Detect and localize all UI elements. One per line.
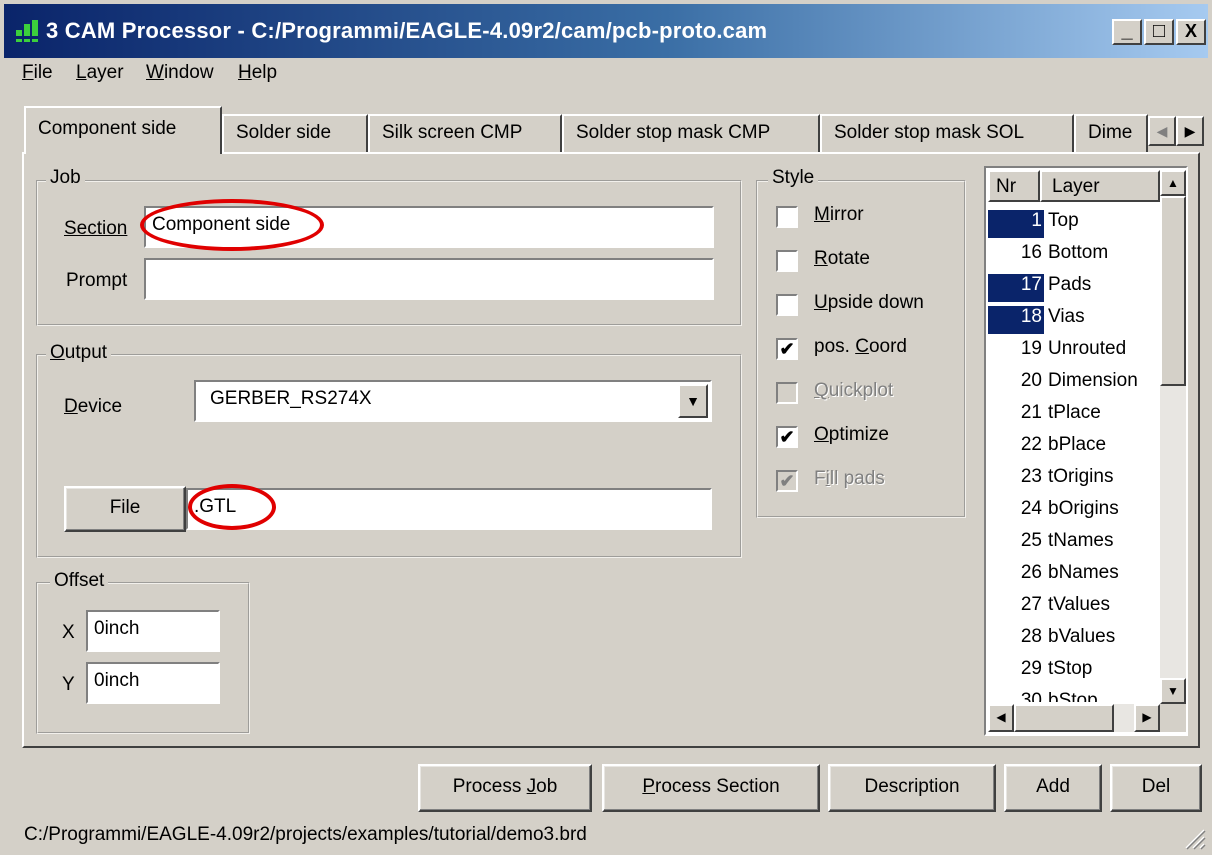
process-section-button[interactable]: Process Section bbox=[602, 764, 820, 812]
section-highlight-ellipse bbox=[140, 199, 324, 251]
list-item[interactable]: 17 Pads bbox=[988, 270, 1160, 302]
upside-down-label: Upside down bbox=[814, 292, 924, 313]
tab-component-side[interactable]: Component side bbox=[24, 106, 222, 154]
add-button[interactable]: Add bbox=[1004, 764, 1102, 812]
list-item[interactable]: 25 tNames bbox=[988, 526, 1160, 558]
layer-list-hscroll-thumb[interactable] bbox=[1014, 704, 1114, 732]
optimize-checkbox[interactable]: ✔ bbox=[776, 426, 798, 448]
file-highlight-ellipse bbox=[188, 484, 276, 530]
del-button[interactable]: Del bbox=[1110, 764, 1202, 812]
tab-solder-stop-mask-cmp[interactable]: Solder stop mask CMP bbox=[562, 114, 820, 152]
pos-coord-checkbox[interactable]: ✔ bbox=[776, 338, 798, 360]
mirror-label: Mirror bbox=[814, 204, 864, 225]
scroll-left-icon[interactable]: ◀ bbox=[988, 704, 1014, 732]
layer-list-scroll-thumb[interactable] bbox=[1160, 196, 1186, 386]
menu-layer[interactable]: Layer bbox=[76, 62, 124, 84]
resize-grip-icon[interactable] bbox=[1182, 826, 1206, 850]
mirror-checkbox[interactable] bbox=[776, 206, 798, 228]
quickplot-label: Quickplot bbox=[814, 380, 894, 401]
list-item[interactable]: 22 bPlace bbox=[988, 430, 1160, 462]
fill-pads-checkbox[interactable]: ✔ bbox=[776, 470, 798, 492]
scroll-up-icon[interactable]: ▲ bbox=[1160, 170, 1186, 196]
file-button[interactable]: File bbox=[64, 486, 186, 532]
tab-scroll-right-icon[interactable]: ▶ bbox=[1176, 116, 1204, 146]
layer-column-nr-header[interactable]: Nr bbox=[988, 170, 1040, 202]
title-bar[interactable]: 3 CAM Processor - C:/Programmi/EAGLE-4.0… bbox=[4, 4, 1208, 58]
list-item[interactable]: 27 tValues bbox=[988, 590, 1160, 622]
tab-solder-stop-mask-sol[interactable]: Solder stop mask SOL bbox=[820, 114, 1074, 152]
list-item[interactable]: 1 Top bbox=[988, 206, 1160, 238]
minimize-button[interactable]: _ bbox=[1112, 19, 1142, 45]
layer-column-layer-header[interactable]: Layer bbox=[1040, 170, 1160, 202]
section-label: Section bbox=[64, 218, 128, 239]
style-group-title: Style bbox=[768, 167, 819, 189]
window-title: 3 CAM Processor - C:/Programmi/EAGLE-4.0… bbox=[46, 18, 768, 43]
rotate-label: Rotate bbox=[814, 248, 870, 269]
device-select[interactable]: GERBER_RS274X bbox=[194, 380, 712, 422]
list-item[interactable]: 28 bValues bbox=[988, 622, 1160, 654]
list-item[interactable]: 29 tStop bbox=[988, 654, 1160, 686]
offset-x-input[interactable]: 0inch bbox=[86, 610, 220, 652]
optimize-label: Optimize bbox=[814, 424, 889, 445]
list-item[interactable]: 20 Dimension bbox=[988, 366, 1160, 398]
close-button[interactable]: X bbox=[1176, 19, 1206, 45]
process-job-button[interactable]: Process Job bbox=[418, 764, 592, 812]
menu-file[interactable]: File bbox=[22, 62, 53, 84]
list-item[interactable]: 18 Vias bbox=[988, 302, 1160, 334]
output-group-title: Output bbox=[46, 342, 112, 364]
scroll-corner bbox=[1160, 704, 1186, 732]
tab-silk-screen-cmp[interactable]: Silk screen CMP bbox=[368, 114, 562, 152]
tab-solder-side[interactable]: Solder side bbox=[222, 114, 368, 152]
description-button[interactable]: Description bbox=[828, 764, 996, 812]
tab-scroll-left-icon[interactable]: ◀ bbox=[1148, 116, 1176, 146]
device-dropdown-chevron-down-icon[interactable]: ▼ bbox=[678, 384, 708, 418]
fill-pads-label: Fill pads bbox=[814, 468, 885, 489]
offset-x-label: X bbox=[62, 622, 75, 643]
scroll-down-icon[interactable]: ▼ bbox=[1160, 678, 1186, 704]
status-bar-path: C:/Programmi/EAGLE-4.09r2/projects/examp… bbox=[24, 824, 587, 845]
list-item[interactable]: 30 bStop bbox=[988, 686, 1160, 702]
quickplot-checkbox[interactable] bbox=[776, 382, 798, 404]
menu-window[interactable]: Window bbox=[146, 62, 214, 84]
upside-down-checkbox[interactable] bbox=[776, 294, 798, 316]
offset-group-title: Offset bbox=[50, 570, 109, 592]
list-item[interactable]: 24 bOrigins bbox=[988, 494, 1160, 526]
list-item[interactable]: 26 bNames bbox=[988, 558, 1160, 590]
list-item[interactable]: 23 tOrigins bbox=[988, 462, 1160, 494]
offset-group bbox=[36, 582, 250, 734]
layer-list[interactable]: Nr Layer 1 Top 16 Bottom 17 Pads 18 Vias 19 U… bbox=[984, 166, 1188, 736]
pos-coord-label: pos. Coord bbox=[814, 336, 907, 357]
list-item[interactable]: 19 Unrouted bbox=[988, 334, 1160, 366]
maximize-button[interactable]: □ bbox=[1144, 19, 1174, 45]
prompt-label: Prompt bbox=[66, 270, 128, 291]
job-group bbox=[36, 180, 742, 326]
prompt-input[interactable] bbox=[144, 258, 714, 300]
offset-y-input[interactable]: 0inch bbox=[86, 662, 220, 704]
scroll-right-icon[interactable]: ▶ bbox=[1134, 704, 1160, 732]
job-group-title: Job bbox=[46, 167, 85, 189]
app-icon bbox=[16, 20, 38, 42]
list-item[interactable]: 21 tPlace bbox=[988, 398, 1160, 430]
device-select-value: GERBER_RS274X bbox=[210, 388, 372, 409]
tab-dimension[interactable]: Dime bbox=[1074, 114, 1148, 152]
list-item[interactable]: 16 Bottom bbox=[988, 238, 1160, 270]
device-label: Device bbox=[64, 396, 123, 417]
menu-help[interactable]: Help bbox=[238, 62, 277, 84]
rotate-checkbox[interactable] bbox=[776, 250, 798, 272]
offset-y-label: Y bbox=[62, 674, 75, 695]
